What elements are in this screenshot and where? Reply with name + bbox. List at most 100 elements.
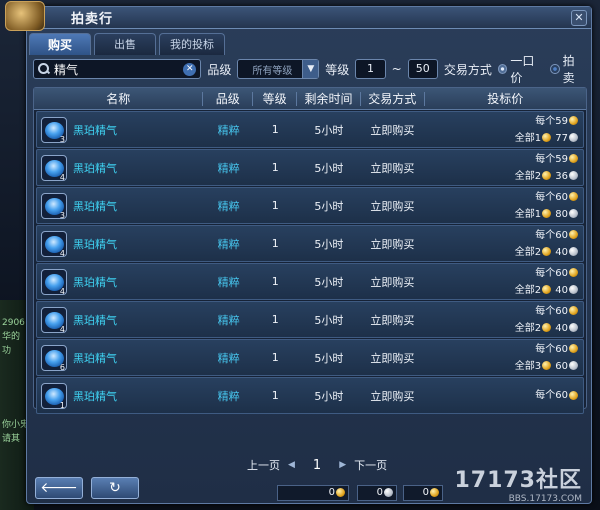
item-cell: 4 黑珀精气 [37,230,204,258]
item-name[interactable]: 黑珀精气 [73,312,117,328]
table-row[interactable]: 4 黑珀精气 精粹 1 5小时 立即购买 每个60 全部2 40 [36,263,584,300]
listing-table: 名称 品级 等级 剩余时间 交易方式 投标价 3 黑珀精气 精粹 1 5小时 立即购买 每个… [33,87,587,414]
col-level[interactable]: 等级 [253,91,298,106]
table-header: 名称 品级 等级 剩余时间 交易方式 投标价 [34,88,586,110]
price-total-line: 全部2 36 [424,168,579,185]
next-page-link[interactable]: 下一页 [354,457,387,473]
trade-mode: 立即购买 [370,351,415,365]
refresh-icon: ↻ [109,480,121,496]
table-row[interactable]: 4 黑珀精气 精粹 1 5小时 立即购买 每个59 全部2 36 [36,149,584,186]
coin-icon [542,209,552,218]
item-name[interactable]: 黑珀精气 [73,236,117,252]
price-each-line: 每个59 [424,151,579,168]
price-total-value: 60 [555,360,568,372]
level-max-input[interactable]: 50 [407,59,438,79]
table-row[interactable]: 3 黑珀精气 精粹 1 5小时 立即购买 每个60 全部1 80 [36,187,584,224]
grade-select-value: 所有等级 [252,65,293,77]
time-left: 5小时 [314,275,344,289]
price-total-value: 80 [555,208,568,220]
item-name[interactable]: 黑珀精气 [73,198,117,214]
chevron-down-icon[interactable]: ▼ [302,60,319,78]
next-arrow-icon[interactable]: ▶ [339,460,346,470]
essence-orb-icon: 4 [41,306,67,334]
refresh-button[interactable]: ↻ [91,477,139,499]
gold-coin-icon [336,487,345,497]
grade-select[interactable]: 所有等级 ▼ [237,59,320,79]
trade-mode: 立即购买 [370,199,415,213]
table-row[interactable]: 1 黑珀精气 精粹 1 5小时 立即购买 每个60 [36,377,584,414]
item-name[interactable]: 黑珀精气 [73,350,117,366]
price-each: 每个60 [535,343,568,355]
price-each: 每个60 [535,305,568,317]
silver-coin-icon [569,247,578,256]
essence-orb-icon: 1 [41,382,67,410]
clear-icon[interactable]: ✕ [183,62,197,76]
price-total-value: 40 [555,284,568,296]
price-total-line: 全部1 80 [424,206,579,223]
back-button[interactable]: 🡐 [35,477,83,499]
item-grade: 精粹 [217,351,240,365]
radio-auction[interactable]: 拍卖 [550,52,585,86]
item-level: 1 [271,199,279,212]
item-stack-count: 3 [59,210,65,220]
item-name[interactable]: 黑珀精气 [73,160,117,176]
essence-orb-icon: 4 [41,154,67,182]
item-stack-count: 3 [59,134,65,144]
col-time-left[interactable]: 剩余时间 [297,91,361,106]
price-each-line: 每个60 [424,265,579,282]
coin-icon [542,361,552,370]
item-stack-count: 1 [59,400,65,410]
price-each: 每个60 [535,229,568,241]
item-level: 1 [271,351,279,364]
item-name[interactable]: 黑珀精气 [73,274,117,290]
item-cell: 3 黑珀精气 [37,116,204,144]
silver-coin-icon [569,133,578,142]
item-grade: 精粹 [217,161,240,175]
item-cell: 3 黑珀精气 [37,192,204,220]
col-grade[interactable]: 品级 [203,91,254,106]
price-each-line: 每个60 [424,387,579,404]
window-title: 拍卖行 [71,12,114,27]
time-left: 5小时 [314,389,344,403]
bid-price: 每个60 全部3 60 [424,341,583,375]
coin-icon [542,247,552,256]
radio-fixed-price-label: 一口价 [510,54,535,85]
item-level: 1 [271,275,279,288]
table-row[interactable]: 4 黑珀精气 精粹 1 5小时 立即购买 每个60 全部2 40 [36,225,584,262]
tab-my-bids[interactable]: 我的投标 [159,33,225,55]
item-level: 1 [271,389,279,402]
price-total-value: 36 [555,170,568,182]
bid-price: 每个60 全部2 40 [424,227,583,261]
table-row[interactable]: 6 黑珀精气 精粹 1 5小时 立即购买 每个60 全部3 60 [36,339,584,376]
money-gold: 0 [277,485,349,501]
item-grade: 精粹 [217,389,240,403]
close-button[interactable]: ✕ [571,10,587,26]
col-trade-mode[interactable]: 交易方式 [361,91,425,106]
item-name[interactable]: 黑珀精气 [73,388,117,404]
prev-arrow-icon[interactable]: ◀ [288,460,295,470]
level-min-input[interactable]: 1 [355,59,386,79]
coin-icon [569,344,578,353]
radio-fixed-price[interactable]: 一口价 [497,52,544,86]
item-grade: 精粹 [217,123,240,137]
table-row[interactable]: 4 黑珀精气 精粹 1 5小时 立即购买 每个60 全部2 40 [36,301,584,338]
col-bid-price[interactable]: 投标价 [425,92,586,106]
price-total-line: 全部3 60 [424,358,579,375]
coin-icon [569,268,578,277]
prev-page-link[interactable]: 上一页 [247,457,280,473]
item-name[interactable]: 黑珀精气 [73,122,117,138]
bid-price: 每个60 全部1 80 [424,189,583,223]
window-titlebar[interactable]: 拍卖行 ✕ [5,1,591,31]
price-each: 每个59 [535,115,568,127]
price-total: 全部2 [514,322,542,334]
tab-buy[interactable]: 购买 [29,33,91,55]
col-name[interactable]: 名称 [34,91,204,106]
price-total: 全部2 [514,284,542,296]
silver-coin-icon [569,323,578,332]
table-row[interactable]: 3 黑珀精气 精粹 1 5小时 立即购买 每个59 全部1 77 [36,111,584,148]
price-total-line: 全部2 40 [424,320,579,337]
tab-sell[interactable]: 出售 [94,33,156,55]
search-input[interactable]: 精气 ✕ [33,59,202,79]
radio-dot-icon [550,64,560,74]
treasure-chest-icon [5,1,45,31]
